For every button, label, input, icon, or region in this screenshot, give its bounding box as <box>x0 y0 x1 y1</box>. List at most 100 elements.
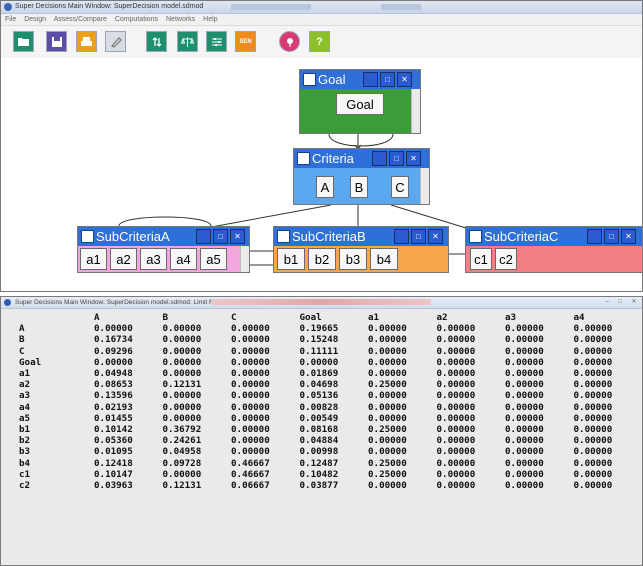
maximize-icon[interactable]: □ <box>380 72 395 87</box>
node-a1[interactable]: a1 <box>80 248 107 270</box>
table-cell: 0.00000 <box>505 323 544 335</box>
table-cell: 0.00000 <box>436 468 476 480</box>
table-cell: 0.01095 <box>94 446 133 458</box>
table-cell: 0.00000 <box>368 390 407 402</box>
close-icon[interactable]: ✕ <box>629 298 639 306</box>
node-b4[interactable]: b4 <box>370 248 398 270</box>
scrollbar[interactable] <box>240 246 249 272</box>
scrollbar[interactable] <box>420 168 429 204</box>
table-row: b1 0.10142 0.36792 0.00000 0.08168 0.25000 0.0… <box>19 424 642 435</box>
node-a2[interactable]: a2 <box>110 248 137 270</box>
node-c1[interactable]: c1 <box>470 248 492 270</box>
close-icon[interactable]: ✕ <box>428 229 443 244</box>
row-label: a5 <box>19 412 31 424</box>
close-icon[interactable]: ✕ <box>406 151 421 166</box>
table-row: a3 0.13596 0.00000 0.00000 0.05136 0.00000 0.0… <box>19 390 642 401</box>
row-label: a3 <box>19 390 31 402</box>
checkbox-icon[interactable] <box>81 230 94 243</box>
maximize-icon[interactable]: □ <box>615 298 625 306</box>
node-c2[interactable]: c2 <box>495 248 517 270</box>
help-icon[interactable]: ? <box>309 31 330 52</box>
cluster-subcriteria-c-header[interactable]: SubCriteriaC □ ✕ <box>466 227 642 246</box>
minimize-icon[interactable] <box>363 72 378 87</box>
minimize-icon[interactable] <box>196 229 211 244</box>
table-cell: 0.00000 <box>436 446 476 458</box>
menu-help[interactable]: Help <box>203 16 217 23</box>
node-goal[interactable]: Goal <box>336 93 384 115</box>
close-icon[interactable]: ✕ <box>397 72 412 87</box>
node-a[interactable]: A <box>316 176 334 198</box>
minimize-icon[interactable] <box>587 229 602 244</box>
cluster-criteria[interactable]: Criteria □ ✕ A B C <box>293 148 430 205</box>
cluster-subcriteria-b[interactable]: SubCriteriaB □ ✕ b1 b2 b3 b4 <box>273 226 449 273</box>
edit-icon[interactable] <box>105 31 126 52</box>
table-cell: 0.00000 <box>162 412 202 424</box>
node-b1[interactable]: b1 <box>277 248 305 270</box>
node-a3[interactable]: a3 <box>140 248 167 270</box>
minimize-icon[interactable]: – <box>602 298 612 306</box>
checkbox-icon[interactable] <box>469 230 482 243</box>
minimize-icon[interactable] <box>394 229 409 244</box>
table-cell: 0.00000 <box>573 468 613 480</box>
pin-icon[interactable] <box>279 31 300 52</box>
cluster-goal-header[interactable]: Goal □ ✕ <box>300 70 420 89</box>
node-c[interactable]: C <box>391 176 409 198</box>
maximize-icon[interactable]: □ <box>604 229 619 244</box>
cluster-subcriteria-a[interactable]: SubCriteriaA □ ✕ a1 a2 a3 a4 a5 <box>77 226 250 273</box>
node-b[interactable]: B <box>350 176 368 198</box>
table-cell: 0.00000 <box>573 323 613 335</box>
cluster-criteria-header[interactable]: Criteria □ ✕ <box>294 149 429 168</box>
table-cell: 0.00000 <box>436 412 476 424</box>
table-cell: 0.00000 <box>573 334 613 346</box>
limit-matrix-title: Super Decisions Main Window: SuperDecisi… <box>15 299 227 306</box>
menu-design[interactable]: Design <box>24 16 46 23</box>
maximize-icon[interactable]: □ <box>213 229 228 244</box>
menu-computations[interactable]: Computations <box>115 16 158 23</box>
table-cell: 0.00549 <box>299 412 339 424</box>
menu-assess-compare[interactable]: Assess/Compare <box>54 16 107 23</box>
cluster-subcriteria-c[interactable]: SubCriteriaC □ ✕ c1 c2 <box>465 226 642 273</box>
table-cell: 0.03963 <box>94 480 133 492</box>
cluster-criteria-body: A B C <box>294 168 429 204</box>
minimize-icon[interactable] <box>372 151 387 166</box>
sen-icon[interactable]: SEN <box>235 31 256 52</box>
print-icon[interactable] <box>76 31 97 52</box>
row-label: a1 <box>19 368 31 380</box>
table-cell: 0.00000 <box>231 401 270 413</box>
cluster-goal[interactable]: Goal □ ✕ Goal <box>299 69 421 134</box>
node-a5[interactable]: a5 <box>200 248 227 270</box>
table-cell: 0.24261 <box>162 435 202 447</box>
table-cell: 0.00000 <box>162 368 202 380</box>
scrollbar[interactable] <box>411 89 420 133</box>
close-icon[interactable]: ✕ <box>230 229 245 244</box>
node-a4[interactable]: a4 <box>170 248 197 270</box>
cluster-subcriteria-c-title: SubCriteriaC <box>484 229 559 244</box>
open-folder-icon[interactable] <box>13 31 34 52</box>
table-row: a4 0.02193 0.00000 0.00000 0.00828 0.00000 0.0… <box>19 402 642 413</box>
close-icon[interactable]: ✕ <box>621 229 636 244</box>
menu-file[interactable]: File <box>5 16 16 23</box>
checkbox-icon[interactable] <box>297 152 310 165</box>
table-cell: 0.13596 <box>94 390 133 402</box>
save-icon[interactable] <box>46 31 67 52</box>
column-header: a3 <box>505 312 517 323</box>
table-cell: 0.00000 <box>436 424 476 436</box>
balance-icon[interactable] <box>177 31 198 52</box>
table-cell: 0.00000 <box>505 356 544 368</box>
table-cell: 0.00000 <box>231 323 270 335</box>
cluster-subcriteria-a-header[interactable]: SubCriteriaA □ ✕ <box>78 227 249 246</box>
maximize-icon[interactable]: □ <box>389 151 404 166</box>
cluster-subcriteria-b-header[interactable]: SubCriteriaB □ ✕ <box>274 227 448 246</box>
refresh-icon[interactable] <box>146 31 167 52</box>
menu-networks[interactable]: Networks <box>166 16 195 23</box>
checkbox-icon[interactable] <box>303 73 316 86</box>
network-canvas[interactable]: Goal □ ✕ Goal Criteria □ ✕ A B C SubCrit… <box>1 58 642 291</box>
table-cell: 0.00000 <box>573 401 613 413</box>
node-b2[interactable]: b2 <box>308 248 336 270</box>
node-b3[interactable]: b3 <box>339 248 367 270</box>
maximize-icon[interactable]: □ <box>411 229 426 244</box>
table-cell: 0.00000 <box>436 390 476 402</box>
sliders-icon[interactable] <box>206 31 227 52</box>
table-cell: 0.15248 <box>299 334 339 346</box>
checkbox-icon[interactable] <box>277 230 290 243</box>
